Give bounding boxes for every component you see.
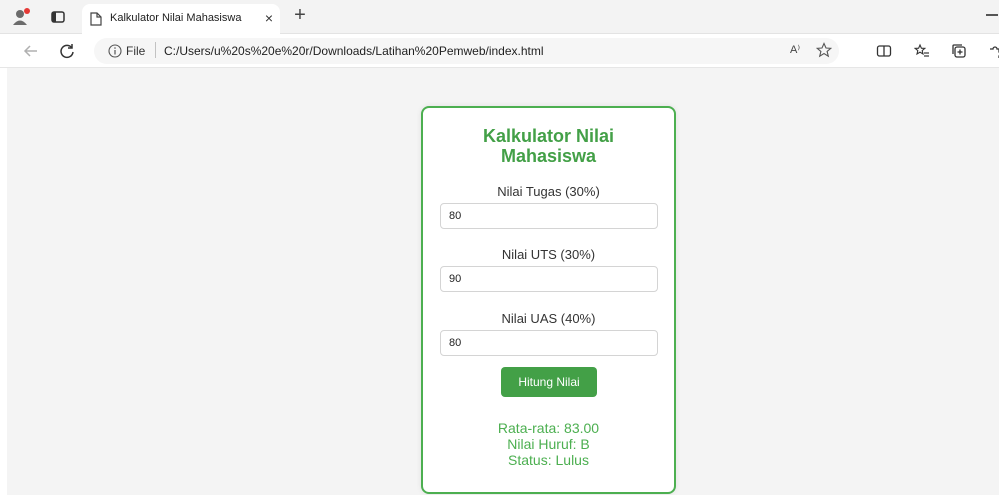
url-text[interactable]: C:/Users/u%20s%20e%20r/Downloads/Latihan… (164, 44, 544, 58)
hitung-nilai-button[interactable]: Hitung Nilai (501, 367, 597, 397)
sidebar-toggle-icon[interactable] (50, 9, 66, 25)
title-line-2: Mahasiswa (500, 146, 597, 166)
uas-label: Nilai UAS (40%) (501, 311, 596, 326)
title-line-1: Kalkulator Nilai (482, 126, 615, 146)
tab-title: Kalkulator Nilai Mahasiswa (110, 12, 242, 24)
extensions-icon[interactable] (988, 43, 999, 59)
refresh-icon[interactable] (58, 42, 76, 60)
tugas-input[interactable] (440, 203, 658, 229)
page-edge (0, 68, 7, 495)
back-icon[interactable] (22, 42, 40, 60)
calculator-card: Kalkulator Nilai Mahasiswa Nilai Tugas (… (421, 106, 676, 494)
document-icon (90, 12, 102, 26)
address-bar: File C:/Users/u%20s%20e%20r/Downloads/La… (0, 34, 999, 68)
split-screen-icon[interactable] (876, 43, 892, 59)
close-icon[interactable]: × (262, 9, 276, 27)
uts-label: Nilai UTS (30%) (501, 247, 596, 262)
tugas-label: Nilai Tugas (30%) (497, 184, 600, 199)
url-field[interactable]: File C:/Users/u%20s%20e%20r/Downloads/La… (94, 38, 839, 64)
file-label: File (126, 44, 146, 58)
page-title: Kalkulator Nilai Mahasiswa (423, 126, 674, 166)
collections-icon[interactable] (951, 43, 967, 59)
profile-icon[interactable] (12, 8, 32, 26)
favorites-icon[interactable] (914, 43, 930, 59)
uas-input[interactable] (440, 330, 658, 356)
status-result: Status: Lulus (508, 452, 589, 468)
url-separator (155, 42, 156, 58)
tab-bar: Kalkulator Nilai Mahasiswa × + (0, 0, 999, 34)
plus-icon[interactable]: + (290, 4, 310, 28)
read-aloud-icon[interactable]: A⁾ (790, 43, 800, 56)
tab-active[interactable]: Kalkulator Nilai Mahasiswa × (82, 4, 280, 34)
star-icon[interactable] (816, 42, 832, 58)
grade-result: Nilai Huruf: B (507, 436, 590, 452)
average-result: Rata-rata: 83.00 (497, 420, 600, 436)
info-icon[interactable] (108, 44, 122, 58)
minimize-icon[interactable] (986, 14, 998, 16)
uts-input[interactable] (440, 266, 658, 292)
